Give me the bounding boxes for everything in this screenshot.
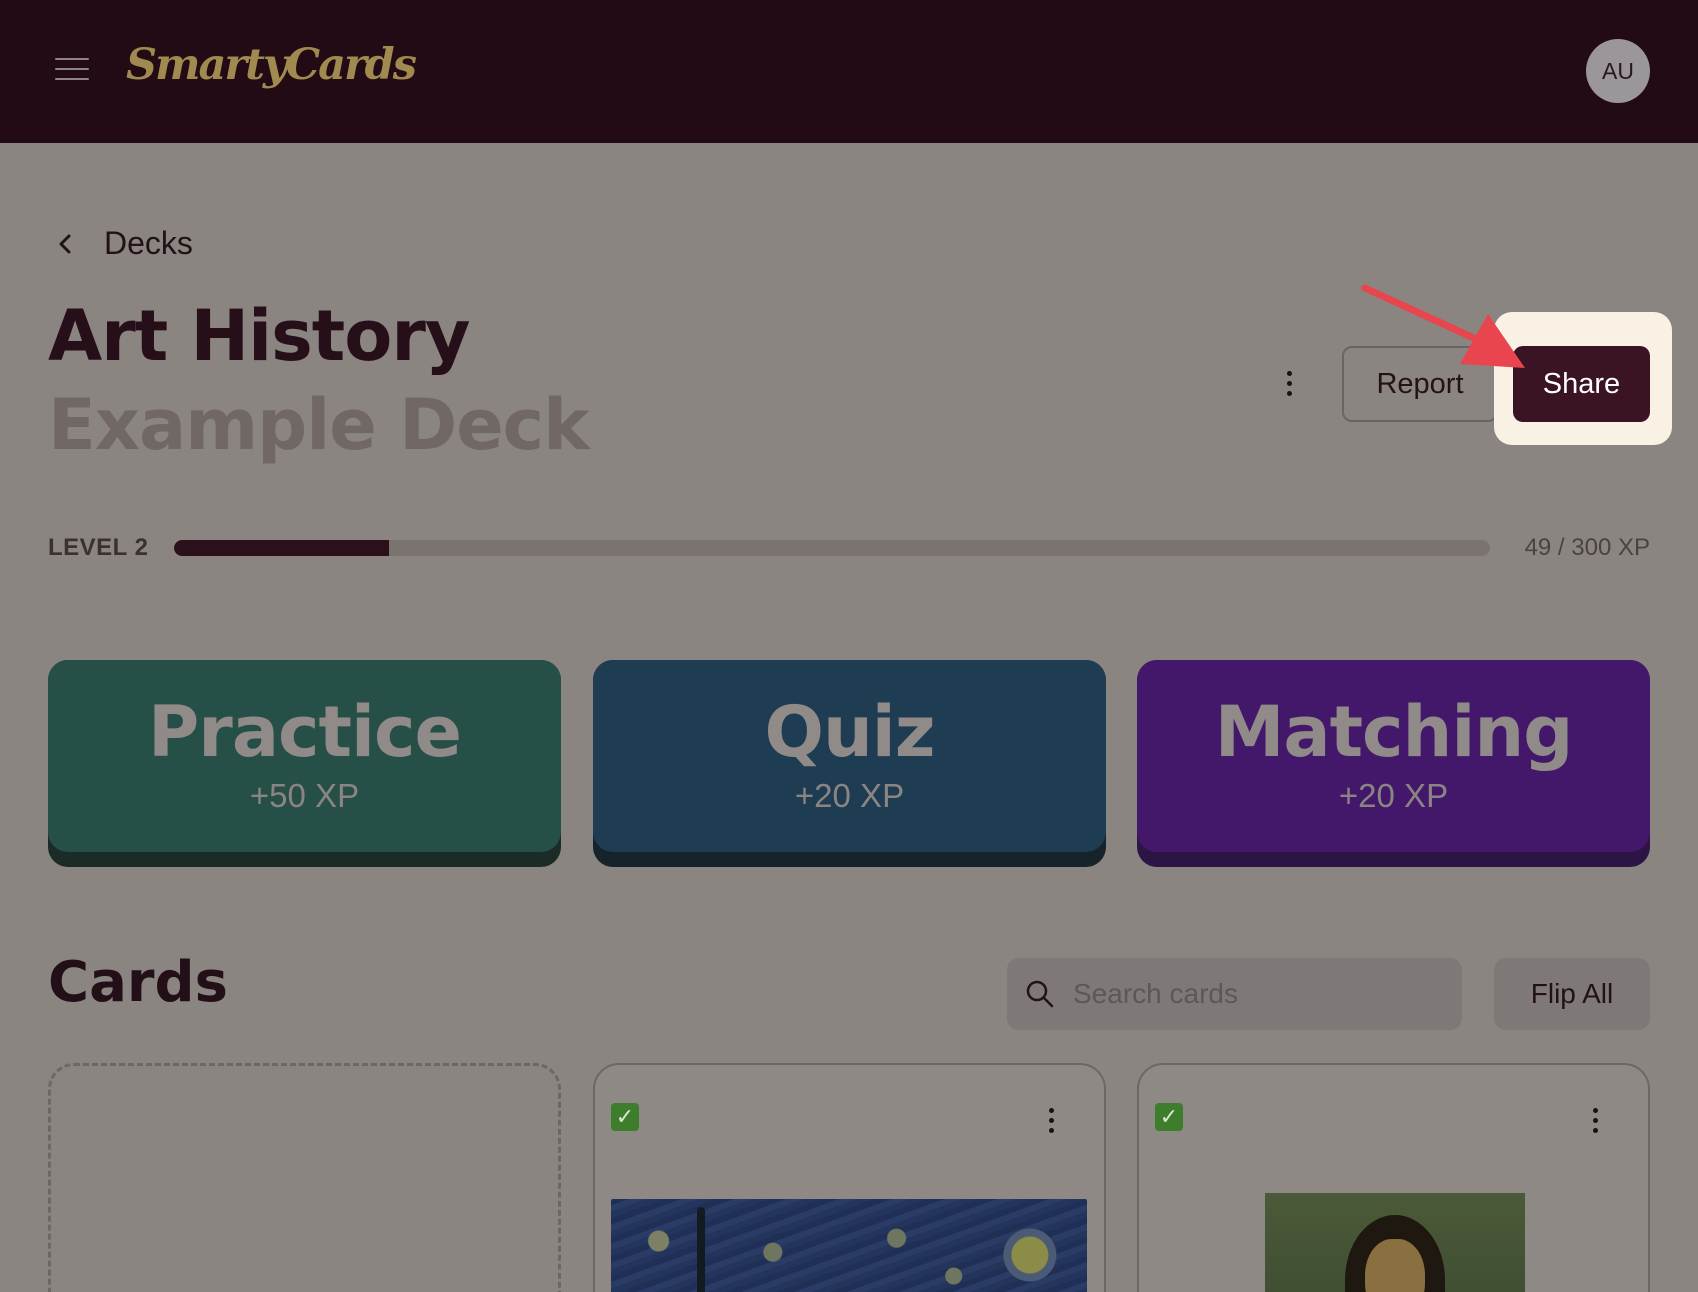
annotation-arrow-icon xyxy=(1361,284,1525,368)
card-more-options-icon[interactable] xyxy=(1038,1103,1064,1137)
top-app-bar: SmartyCards AU xyxy=(0,0,1698,143)
flashcard[interactable]: ✓ xyxy=(1137,1063,1650,1292)
level-label: LEVEL 2 xyxy=(48,534,149,561)
chevron-left-icon xyxy=(59,234,71,253)
checkmark-icon[interactable]: ✓ xyxy=(611,1103,639,1131)
app-logo[interactable]: SmartyCards xyxy=(126,40,417,90)
xp-progress-fill xyxy=(174,540,389,556)
flashcard[interactable]: ✓ xyxy=(593,1063,1106,1292)
deck-more-options-icon[interactable] xyxy=(1270,364,1308,402)
xp-count: 49 / 300 XP xyxy=(1524,534,1650,561)
mode-xp: +20 XP xyxy=(794,777,905,814)
mode-xp: +50 XP xyxy=(249,777,360,814)
matching-mode-button[interactable]: Matching +20 XP xyxy=(1137,660,1650,867)
mode-title: Matching xyxy=(1214,691,1574,773)
hamburger-menu-icon[interactable] xyxy=(55,58,89,84)
breadcrumb-label: Decks xyxy=(104,225,193,261)
breadcrumb-back-to-decks[interactable]: Decks xyxy=(54,225,193,262)
card-more-options-icon[interactable] xyxy=(1582,1103,1608,1137)
search-icon xyxy=(1026,980,1054,1008)
mode-xp: +20 XP xyxy=(1338,777,1449,814)
xp-progress-bar xyxy=(174,540,1490,556)
flip-all-button[interactable]: Flip All xyxy=(1494,958,1650,1030)
deck-subtitle: Example Deck xyxy=(48,384,590,466)
mode-title: Quiz xyxy=(764,691,935,773)
user-avatar[interactable]: AU xyxy=(1586,39,1650,103)
mona-lisa-painting xyxy=(1265,1193,1525,1292)
quiz-mode-button[interactable]: Quiz +20 XP xyxy=(593,660,1106,867)
add-card-placeholder[interactable] xyxy=(48,1063,561,1292)
search-cards-field[interactable] xyxy=(1007,958,1462,1030)
practice-mode-button[interactable]: Practice +50 XP xyxy=(48,660,561,867)
mode-title: Practice xyxy=(148,691,462,773)
starry-night-painting xyxy=(611,1199,1087,1292)
cards-heading: Cards xyxy=(48,950,228,1015)
search-input[interactable] xyxy=(1073,978,1433,1010)
checkmark-icon[interactable]: ✓ xyxy=(1155,1103,1183,1131)
deck-title: Art History xyxy=(48,295,470,377)
